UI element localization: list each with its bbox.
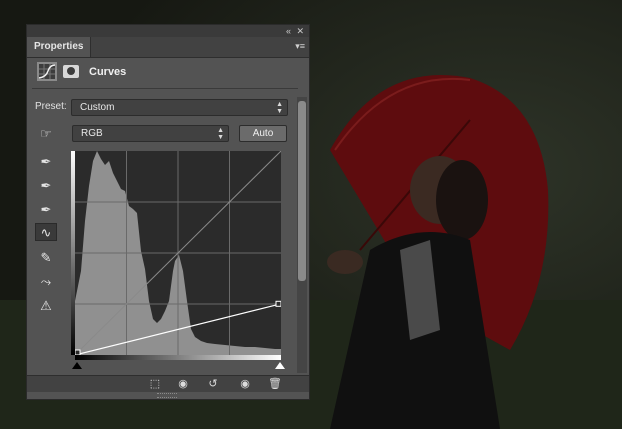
panel-menu-icon[interactable]: ▾≡: [295, 41, 305, 52]
curves-adjustment-icon[interactable]: [37, 62, 57, 81]
properties-panel: « ✕ Properties ▾≡ Curves Preset: Custom …: [26, 24, 310, 400]
channel-dropdown[interactable]: RGB ▲ ▼: [72, 125, 229, 142]
adjustment-header: Curves: [27, 58, 309, 88]
black-point-slider[interactable]: [72, 362, 82, 369]
sample-white-point-icon[interactable]: ✒: [35, 201, 57, 219]
toggle-visibility-icon[interactable]: ◉: [235, 376, 255, 392]
panel-resize-grip[interactable]: [157, 393, 177, 398]
panel-title-strip[interactable]: « ✕: [27, 25, 309, 37]
layer-mask-icon[interactable]: [63, 65, 79, 78]
draw-pencil-icon[interactable]: ✎: [35, 249, 57, 267]
panel-scrollbar[interactable]: [297, 97, 307, 373]
collapse-panel-icon[interactable]: «: [286, 25, 291, 37]
scrollbar-thumb[interactable]: [298, 101, 306, 281]
input-gradient-bar: [75, 355, 281, 360]
tab-properties[interactable]: Properties: [27, 37, 92, 57]
reset-adjustment-icon[interactable]: ↺: [203, 376, 223, 392]
dropdown-arrows-icon: ▲ ▼: [217, 127, 224, 141]
clipping-warning-icon[interactable]: ⚠: [35, 297, 57, 315]
curves-graph[interactable]: [75, 151, 281, 355]
white-point-slider[interactable]: [275, 362, 285, 369]
clip-to-layer-icon[interactable]: ⬚: [145, 376, 165, 392]
dropdown-arrows-icon: ▲ ▼: [276, 101, 283, 115]
panel-bottom-bar: ⬚ ◉ ↺ ◉ 🗑: [27, 375, 309, 392]
edit-points-curve-icon[interactable]: ∿: [35, 223, 57, 241]
sample-black-point-icon[interactable]: ✒: [35, 153, 57, 171]
close-panel-icon[interactable]: ✕: [296, 25, 304, 37]
sample-gray-point-icon[interactable]: ✒: [35, 177, 57, 195]
channel-value: RGB: [81, 128, 103, 139]
preset-dropdown[interactable]: Custom ▲ ▼: [71, 99, 288, 116]
preset-value: Custom: [80, 102, 115, 113]
header-divider: [32, 88, 298, 89]
panel-tab-bar: Properties ▾≡: [27, 37, 309, 58]
on-image-adjust-icon[interactable]: ☞: [35, 125, 57, 143]
preset-label: Preset:: [35, 101, 67, 112]
delete-layer-icon[interactable]: 🗑: [265, 376, 285, 392]
auto-button[interactable]: Auto: [239, 125, 287, 142]
adjustment-title: Curves: [89, 66, 127, 78]
view-previous-state-icon[interactable]: ◉: [173, 376, 193, 392]
curve-control-point[interactable]: [275, 300, 281, 307]
smooth-curve-icon[interactable]: ⤳: [35, 273, 57, 291]
